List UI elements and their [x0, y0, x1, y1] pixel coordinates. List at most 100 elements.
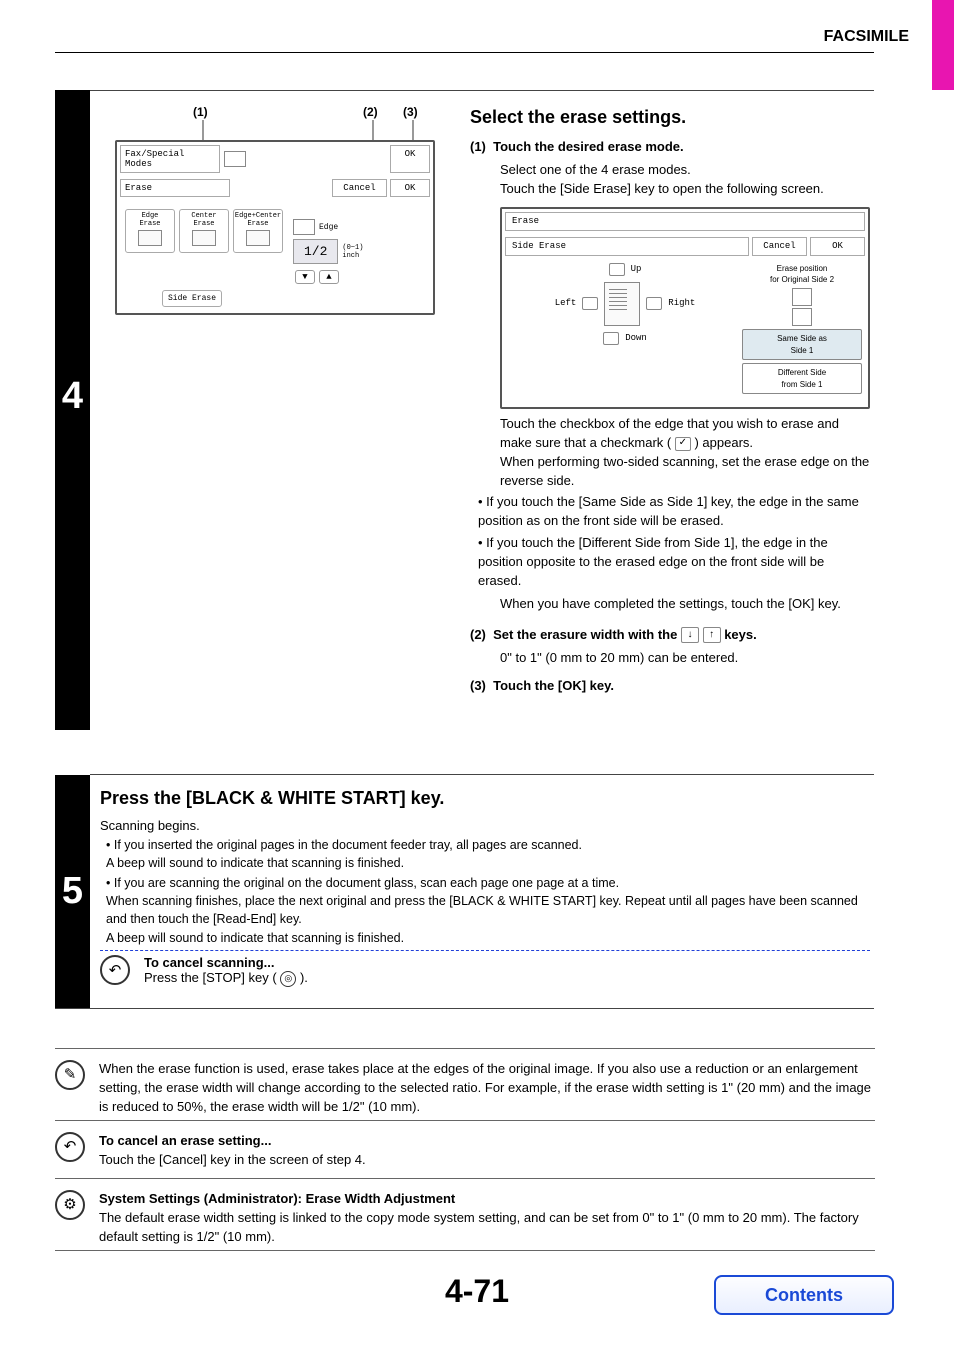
se-side-erase-label: Side Erase: [505, 237, 749, 256]
edge-center-erase-label: Edge+Center Erase: [235, 212, 281, 228]
se-same-side-button[interactable]: Same Side as Side 1: [742, 329, 862, 360]
step5-bullet-2: If you are scanning the original on the …: [106, 874, 870, 947]
gear-icon: ⚙: [55, 1190, 85, 1220]
sub1-p1: Select one of the 4 erase modes.: [500, 161, 870, 180]
callout-2: (2): [363, 105, 378, 119]
note3-bottom-rule: [55, 1250, 875, 1251]
page-edge-icon: [293, 219, 315, 235]
sub1-num: (1): [470, 139, 486, 154]
after-p1a: Touch the checkbox of the edge that you …: [500, 416, 839, 450]
se-document-icon: [604, 282, 640, 326]
ok-button-top[interactable]: OK: [390, 145, 430, 173]
undo-icon: ↶: [100, 955, 130, 985]
erase-settings-panel: Fax/Special Modes OK Erase Cancel OK Edg…: [115, 140, 435, 315]
note2-body: Touch the [Cancel] key in the screen of …: [99, 1151, 366, 1170]
se-overlay-icon-2: [792, 308, 812, 326]
center-erase-label: Center Erase: [191, 212, 216, 228]
se-overlay-icon-1: [792, 288, 812, 306]
note3-body: The default erase width setting is linke…: [99, 1209, 875, 1247]
step5-instructions: Press the [BLACK & WHITE START] key. Sca…: [100, 785, 870, 949]
step4-instructions: Select the erase settings. (1) Touch the…: [470, 100, 870, 700]
step5-bullet-1: If you inserted the original pages in th…: [106, 836, 870, 872]
note-1: ✎ When the erase function is used, erase…: [55, 1050, 875, 1127]
bullet-1: If you touch the [Same Side as Side 1] k…: [478, 493, 870, 531]
step5-p1: Scanning begins.: [100, 817, 870, 836]
pencil-icon: ✎: [55, 1060, 85, 1090]
edge-center-erase-icon: [246, 230, 270, 246]
note1-top-rule: [55, 1048, 875, 1049]
side-erase-button[interactable]: Side Erase: [162, 290, 222, 307]
sub2-title-a: Set the erasure width with the: [493, 627, 681, 642]
bullet-2: If you touch the [Different Side from Si…: [478, 534, 870, 591]
contents-button[interactable]: Contents: [714, 1275, 894, 1315]
se-cancel-button[interactable]: Cancel: [752, 237, 807, 256]
step5-number: 5: [55, 870, 90, 913]
preview-icon: [220, 145, 250, 173]
sub2-num: (2): [470, 627, 486, 642]
se-erase-label: Erase: [505, 212, 865, 231]
step5-heading: Press the [BLACK & WHITE START] key.: [100, 785, 870, 811]
erase-width-group: Edge 1/2 (0~1) inch ▼ ▲: [293, 209, 425, 286]
step5-top-rule: [90, 774, 874, 775]
width-decrease-button[interactable]: ▼: [295, 270, 315, 284]
down-arrow-key-icon: ↓: [681, 627, 699, 643]
center-erase-mode[interactable]: Center Erase: [179, 209, 229, 253]
callout-1: (1): [193, 105, 208, 119]
after-p2: When performing two-sided scanning, set …: [500, 453, 870, 491]
sub3-title: Touch the [OK] key.: [493, 678, 614, 693]
sub3-num: (3): [470, 678, 486, 693]
checkmark-icon: ✓: [675, 437, 691, 451]
step4-top-rule: [90, 90, 874, 91]
erase-label: Erase: [120, 179, 230, 197]
edge-erase-mode[interactable]: Edge Erase: [125, 209, 175, 253]
edge-erase-label: Edge Erase: [139, 212, 160, 228]
se-up-checkbox[interactable]: [609, 263, 625, 276]
after-p1b: ) appears.: [694, 435, 753, 450]
note3-title: System Settings (Administrator): Erase W…: [99, 1190, 875, 1209]
sub1-title: Touch the desired erase mode.: [493, 139, 683, 154]
se-down-label: Down: [625, 332, 647, 345]
row3-rule: [55, 1008, 874, 1009]
note2-bottom-rule: [55, 1178, 875, 1179]
note-2: ↶ To cancel an erase setting... Touch th…: [55, 1122, 875, 1180]
ok-button[interactable]: OK: [390, 179, 430, 197]
sub2-title-b: keys.: [724, 627, 757, 642]
se-right-label: Right: [668, 297, 695, 310]
cancel-body-a: Press the [STOP] key (: [144, 970, 277, 985]
sub1-p2: Touch the [Side Erase] key to open the f…: [500, 180, 870, 199]
sub2-p1: 0" to 1" (0 mm to 20 mm) can be entered.: [500, 649, 870, 668]
se-left-label: Left: [555, 297, 577, 310]
stop-key-icon: ◎: [280, 971, 296, 987]
se-pos-label: Erase position for Original Side 2: [742, 263, 862, 286]
se-right-checkbox[interactable]: [646, 297, 662, 310]
note2-title: To cancel an erase setting...: [99, 1132, 366, 1151]
side-erase-panel: Erase Side Erase Cancel OK Up Left Right…: [500, 207, 870, 410]
step4-heading: Select the erase settings.: [470, 104, 870, 130]
up-arrow-key-icon: ↑: [703, 627, 721, 643]
se-diff-side-button[interactable]: Different Side from Side 1: [742, 363, 862, 394]
undo-icon-2: ↶: [55, 1132, 85, 1162]
step4-number: 4: [55, 375, 90, 418]
se-left-checkbox[interactable]: [582, 297, 598, 310]
center-erase-icon: [192, 230, 216, 246]
after-p3: When you have completed the settings, to…: [500, 595, 870, 614]
section-color-tab: [932, 0, 954, 90]
header-title: FACSIMILE: [824, 28, 909, 46]
dashed-separator: [100, 950, 870, 951]
header-rule: [55, 52, 874, 53]
fax-special-modes-label: Fax/Special Modes: [120, 145, 220, 173]
width-increase-button[interactable]: ▲: [319, 270, 339, 284]
callout-3: (3): [403, 105, 418, 119]
edge-width-label: Edge: [319, 223, 338, 232]
note1-bottom-rule: [55, 1120, 875, 1121]
cancel-button[interactable]: Cancel: [332, 179, 387, 197]
note-3: ⚙ System Settings (Administrator): Erase…: [55, 1180, 875, 1257]
edge-erase-icon: [138, 230, 162, 246]
cancel-scanning-title: To cancel scanning...: [144, 955, 308, 970]
se-ok-button[interactable]: OK: [810, 237, 865, 256]
se-down-checkbox[interactable]: [603, 332, 619, 345]
cancel-body-b: ).: [300, 970, 308, 985]
se-up-label: Up: [631, 263, 642, 276]
erase-width-value: 1/2: [293, 239, 338, 264]
edge-center-erase-mode[interactable]: Edge+Center Erase: [233, 209, 283, 253]
